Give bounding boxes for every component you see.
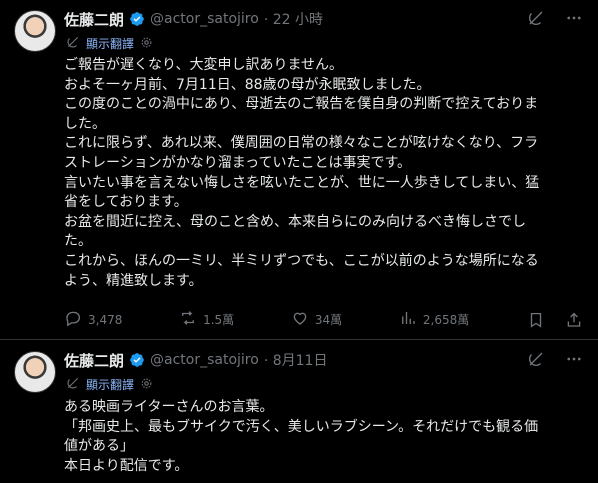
text-line: ある映画ライターさんのお言葉。 <box>64 399 274 415</box>
tweet-top-actions <box>526 349 584 369</box>
translate-label[interactable]: 顯示翻譯 <box>86 376 134 393</box>
tweet-header: 佐藤二朗 @actor_satojiro · 8月11日 <box>64 350 327 370</box>
text-line: した。 <box>64 115 106 132</box>
like-icon <box>291 309 309 330</box>
translate-row[interactable]: 顯示翻譯 <box>66 376 153 393</box>
author-name[interactable]: 佐藤二朗 <box>64 350 124 371</box>
text-line: 省をしております。 <box>64 194 188 211</box>
grok-icon[interactable] <box>526 8 546 28</box>
text-line: た。 <box>64 233 92 250</box>
more-icon[interactable] <box>564 349 584 369</box>
views-button[interactable]: 2,658萬 <box>399 309 469 330</box>
bookmark-icon[interactable] <box>526 310 546 330</box>
translate-label[interactable]: 顯示翻譯 <box>86 35 134 52</box>
tweet-text: ある映画ライターさんのお言葉。 「邦画史上、最もブサイクで汚く、美しいラブシーン… <box>64 398 584 476</box>
like-count: 34萬 <box>314 313 343 327</box>
repost-button[interactable]: 1.5萬 <box>179 309 234 330</box>
text-line: ストレーションがかなり溜まっていたことは事実です。 <box>64 154 412 171</box>
translate-icon <box>66 35 80 52</box>
tweet-time[interactable]: · 8月11日 <box>264 350 328 370</box>
gear-icon[interactable] <box>140 377 153 393</box>
gear-icon[interactable] <box>140 36 153 52</box>
reply-icon <box>64 309 82 330</box>
text-line: 本日より配信です。 <box>64 457 189 474</box>
tweet[interactable]: 佐藤二朗 @actor_satojiro · 8月11日 顯示翻譯 ある映画ライ… <box>0 341 598 483</box>
views-count: 2,658萬 <box>422 313 470 327</box>
repost-icon <box>179 309 197 330</box>
text-line: お盆を間近に控え、母のこと含め、本来自らにのみ向けるべき悔しさでし <box>64 213 526 230</box>
translate-icon <box>66 376 80 393</box>
translate-row[interactable]: 顯示翻譯 <box>66 35 153 52</box>
tweet-secondary-actions <box>526 310 584 330</box>
views-icon <box>399 309 417 330</box>
tweet[interactable]: 佐藤二朗 @actor_satojiro · 22 小時 顯示翻譯 ご報告が遅く… <box>0 0 598 340</box>
reply-button[interactable]: 3,478 <box>64 309 122 330</box>
grok-icon[interactable] <box>526 349 546 369</box>
text-line: これに限らず、あれ以来、僕周囲の日常の様々なことが呟けなくなり、フラ <box>64 135 539 152</box>
text-line: これから、ほんの一ミリ、半ミリずつでも、ここが以前のような場所になる <box>64 252 539 269</box>
tweet-time[interactable]: · 22 小時 <box>264 9 323 29</box>
text-line: およそ一ヶ月前、7月11日、88歳の母が永眠致しました。 <box>64 76 431 93</box>
verified-badge-icon <box>129 11 145 27</box>
author-handle[interactable]: @actor_satojiro <box>150 11 259 27</box>
text-line: よう、精進致します。 <box>64 272 203 289</box>
tweet-text: ご報告が遅くなり、大変申し訳ありません。 およそ一ヶ月前、7月11日、88歳の母… <box>64 56 584 291</box>
verified-badge-icon <box>129 352 145 368</box>
avatar[interactable] <box>14 10 56 52</box>
text-line: この度のことの渦中にあり、母逝去のご報告を僕自身の判断で控えておりま <box>64 96 539 113</box>
text-line: 言いたい事を言えない悔しさを呟いたことが、世に一人歩きしてしまい、猛 <box>64 174 540 191</box>
text-line: ご報告が遅くなり、大変申し訳ありません。 <box>64 57 344 73</box>
text-line: 「邦画史上、最もブサイクで汚く、美しいラブシーン。それだけでも観る価 <box>64 418 539 435</box>
avatar[interactable] <box>14 351 56 393</box>
like-button[interactable]: 34萬 <box>291 309 342 330</box>
more-icon[interactable] <box>564 8 584 28</box>
tweet-actions: 3,478 1.5萬 34萬 2,658萬 <box>64 309 584 330</box>
tweet-header: 佐藤二朗 @actor_satojiro · 22 小時 <box>64 9 323 29</box>
text-line: 値がある」 <box>64 438 134 455</box>
tweet-top-actions <box>526 8 584 28</box>
author-name[interactable]: 佐藤二朗 <box>64 9 124 30</box>
reply-count: 3,478 <box>88 312 123 327</box>
author-handle[interactable]: @actor_satojiro <box>150 352 259 368</box>
share-icon[interactable] <box>564 310 584 330</box>
repost-count: 1.5萬 <box>203 313 235 327</box>
